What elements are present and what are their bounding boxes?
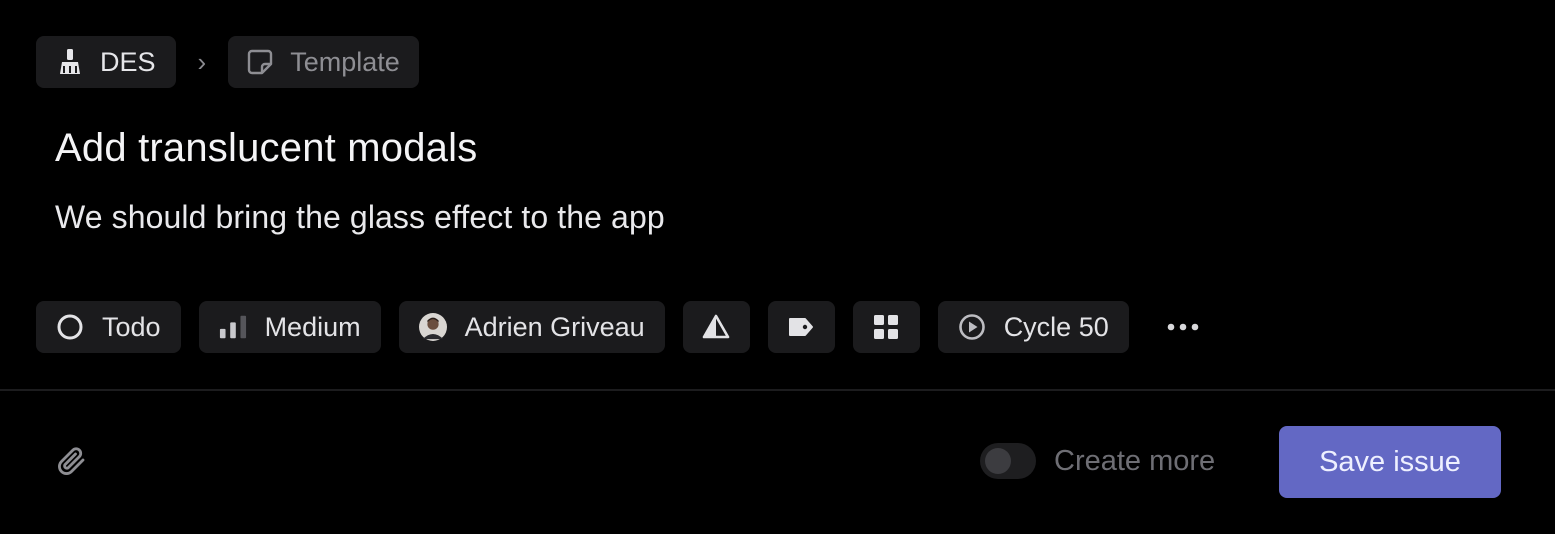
estimate-button[interactable]: [682, 301, 750, 353]
breadcrumb: DES › Template: [36, 36, 419, 88]
cycle-button[interactable]: Cycle 50: [937, 301, 1129, 353]
priority-label: Medium: [264, 311, 361, 342]
more-icon: [1167, 318, 1199, 336]
status-label: Todo: [102, 311, 161, 342]
paperclip-icon: [56, 445, 90, 484]
tag-icon: [787, 313, 815, 341]
circle-status-icon: [56, 313, 84, 341]
save-issue-button[interactable]: Save issue: [1279, 426, 1501, 498]
breadcrumb-separator: ›: [197, 47, 207, 77]
cycle-label: Cycle 50: [1003, 311, 1109, 342]
template-selector[interactable]: Template: [228, 36, 419, 88]
grid-icon: [872, 313, 900, 341]
cycle-icon: [958, 313, 986, 341]
create-more-control: Create more: [980, 443, 1215, 479]
status-button[interactable]: Todo: [36, 301, 181, 353]
assignee-label: Adrien Griveau: [464, 311, 645, 342]
avatar: [418, 313, 447, 341]
more-button[interactable]: [1147, 301, 1219, 353]
issue-title-input[interactable]: Add translucent modals: [55, 126, 477, 171]
labels-button[interactable]: [767, 301, 835, 353]
create-more-toggle[interactable]: [980, 443, 1036, 479]
sticky-note-icon: [246, 48, 274, 76]
issue-description-input[interactable]: We should bring the glass effect to the …: [55, 199, 665, 236]
assignee-button[interactable]: Adrien Griveau: [398, 301, 665, 353]
triangle-estimate-icon: [702, 313, 730, 341]
broom-icon: [56, 48, 84, 76]
template-label: Template: [290, 46, 400, 77]
team-selector[interactable]: DES: [36, 36, 176, 88]
properties-row: Todo Medium Adrien Griveau Cycle 50: [36, 301, 1219, 353]
toggle-knob: [985, 448, 1011, 474]
create-more-label: Create more: [1054, 444, 1216, 477]
project-button[interactable]: [852, 301, 920, 353]
divider: [0, 389, 1555, 391]
priority-button[interactable]: Medium: [198, 301, 381, 353]
new-issue-modal: DES › Template Add translucent modals We…: [0, 0, 1555, 534]
team-label: DES: [100, 46, 156, 77]
priority-bars-icon: [219, 313, 247, 341]
attach-button[interactable]: [55, 446, 91, 482]
